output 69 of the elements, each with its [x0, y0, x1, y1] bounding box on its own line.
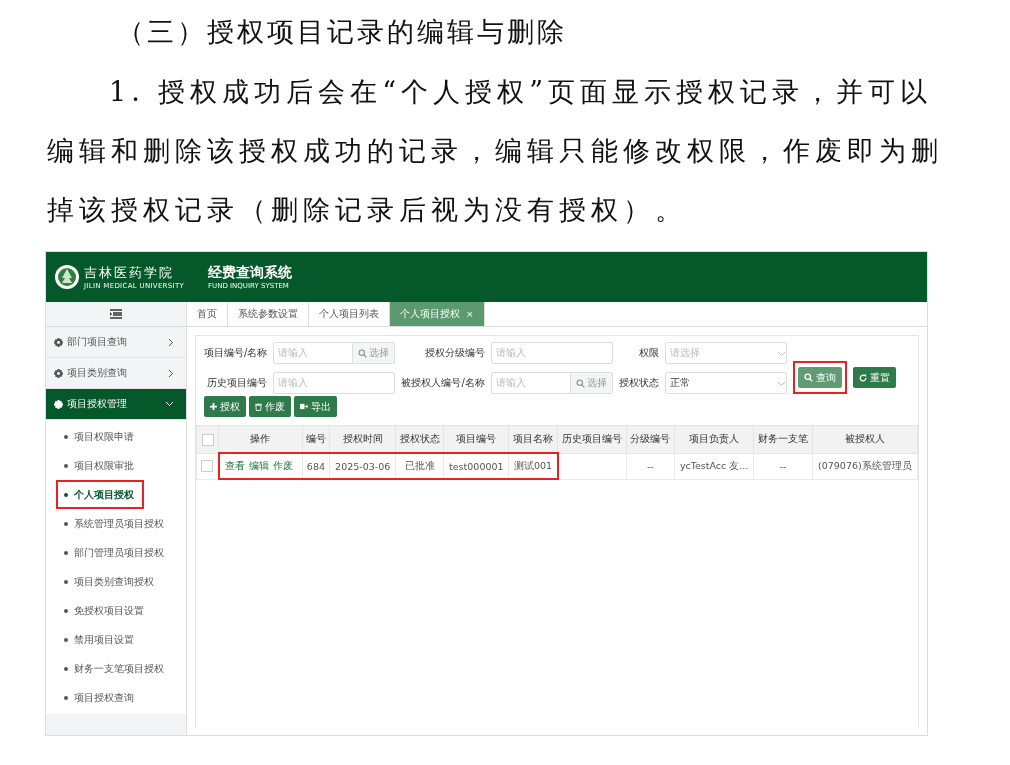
submenu-item[interactable]: 项目权限审批: [56, 451, 144, 480]
column-header: 项目名称: [513, 432, 554, 444]
column-header: 操作: [250, 432, 271, 444]
submenu-item[interactable]: 系统管理员项目授权: [56, 509, 174, 538]
column-header: 财务一支笔: [758, 432, 808, 444]
chevron-down-icon: [776, 350, 786, 357]
table-cell: (079076)系统管理员: [818, 459, 912, 471]
action-link[interactable]: 编辑: [248, 459, 269, 471]
column-header: 授权状态: [399, 432, 440, 444]
void-button[interactable]: 作废: [249, 396, 291, 417]
gear-icon: [54, 399, 63, 409]
checkbox[interactable]: [201, 460, 214, 473]
submenu-item[interactable]: 财务一支笔项目授权: [56, 654, 174, 683]
app-title: 经费查询系统: [208, 264, 293, 282]
gear-icon: [54, 368, 63, 378]
menu-icon[interactable]: [110, 309, 122, 319]
search-icon: [803, 373, 813, 382]
column-header: 分级编号: [630, 432, 671, 444]
search-icon: [358, 348, 368, 358]
chevron-right-icon: [168, 368, 174, 378]
submenu-item[interactable]: 免授权项目设置: [56, 596, 154, 625]
column-header: 项目编号: [456, 432, 497, 444]
table-cell: --: [646, 460, 654, 472]
table-cell: 已批准: [404, 459, 435, 471]
chevron-right-icon: [168, 337, 174, 347]
column-header: 编号: [305, 432, 326, 444]
field-label: 授权状态: [618, 376, 659, 390]
table-cell: --: [779, 460, 787, 472]
table-cell: 测试001: [513, 459, 553, 471]
table-cell: ycTestAcc 友...: [679, 459, 749, 471]
column-header: 项目负责人: [689, 432, 740, 444]
field-label: 历史项目编号: [206, 376, 268, 390]
field-label: 授权分级编号: [423, 346, 485, 360]
submenu-item[interactable]: 禁用项目设置: [56, 625, 144, 654]
reset-button[interactable]: 重置: [852, 367, 896, 388]
emblem-icon: [54, 264, 80, 290]
submenu-item[interactable]: 部门管理员项目授权: [56, 538, 174, 567]
submenu-item[interactable]: 项目类别查询授权: [56, 567, 164, 596]
refresh-icon: [858, 373, 867, 382]
column-header: 授权时间: [342, 432, 383, 444]
plus-icon: [210, 403, 217, 410]
chevron-down-icon: [165, 401, 174, 407]
column-header: 历史项目编号: [561, 432, 622, 444]
export-icon: [300, 403, 308, 410]
field-label: 被授权人编号/名称: [401, 376, 485, 390]
logo-text: 吉林医药学院: [84, 264, 175, 282]
sidebar-item[interactable]: 部门项目查询: [46, 327, 186, 358]
export-button[interactable]: 导出: [294, 396, 337, 417]
table-cell: 684: [306, 460, 325, 472]
chevron-down-icon: [776, 380, 786, 387]
search-icon: [575, 378, 585, 388]
field-label: 项目编号/名称: [204, 346, 268, 360]
dropdown[interactable]: 正常: [664, 372, 787, 394]
action-link[interactable]: 作废: [272, 459, 293, 471]
table-cell: test000001: [449, 460, 504, 472]
submenu-item[interactable]: 项目权限申请: [56, 422, 144, 451]
add-button[interactable]: 授权: [204, 396, 246, 417]
table-cell: 2025-03-06: [335, 460, 391, 472]
trash-icon: [255, 402, 262, 411]
submenu-item[interactable]: 项目授权查询: [56, 683, 144, 712]
gear-icon: [54, 337, 63, 347]
column-header: 被授权人: [844, 432, 885, 444]
submenu-item[interactable]: 个人项目授权: [56, 480, 144, 509]
field-label: 权限: [637, 346, 659, 360]
section-heading: （三）授权项目记录的编辑与删除: [117, 15, 568, 49]
paragraph: 1. 授权成功后会在“个人授权”页面显示授权记录，并可以编辑和删除该授权成功的记录，编辑只能修改权限，作废即为删掉该授权记录（删除记录后视为没有授权）。: [47, 75, 944, 227]
checkbox[interactable]: [201, 433, 214, 446]
action-link[interactable]: 查看: [224, 459, 245, 471]
sidebar-item[interactable]: 项目授权管理: [46, 389, 186, 420]
